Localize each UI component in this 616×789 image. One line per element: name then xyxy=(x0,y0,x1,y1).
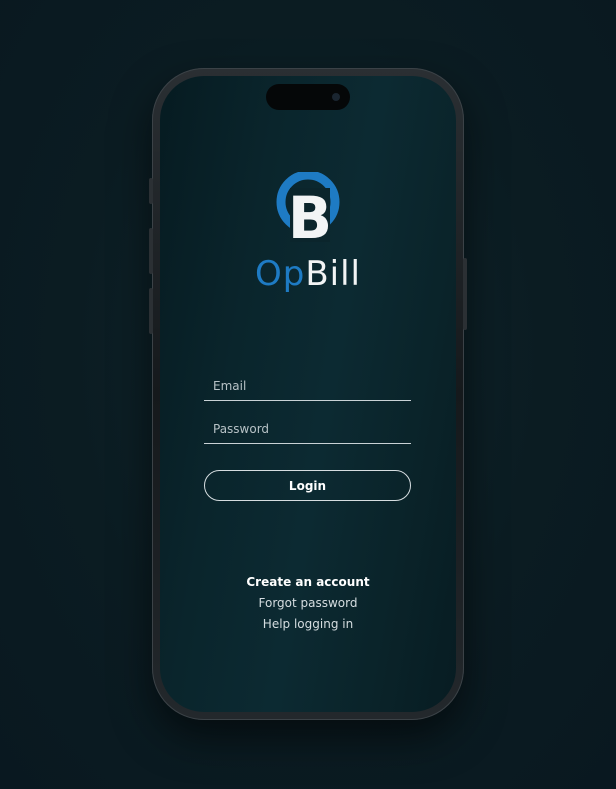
brand-prefix: Op xyxy=(254,254,306,294)
login-screen: B OpBill Login Create an account Forgot … xyxy=(160,76,456,712)
email-input[interactable] xyxy=(204,372,411,400)
volume-down-button xyxy=(149,288,153,334)
power-button xyxy=(463,258,467,330)
help-logging-in-link[interactable]: Help logging in xyxy=(160,614,456,635)
mute-switch xyxy=(149,178,153,204)
login-button[interactable]: Login xyxy=(204,470,411,501)
brand-wordmark: OpBill xyxy=(160,254,456,294)
volume-up-button xyxy=(149,228,153,274)
create-account-link[interactable]: Create an account xyxy=(160,572,456,593)
camera-icon xyxy=(332,93,340,101)
email-field xyxy=(204,372,411,401)
phone-frame: B OpBill Login Create an account Forgot … xyxy=(149,68,467,720)
opbill-logo-icon: B xyxy=(276,172,340,244)
account-links: Create an account Forgot password Help l… xyxy=(160,572,456,635)
password-field xyxy=(204,415,411,444)
password-input[interactable] xyxy=(204,415,411,443)
dynamic-island xyxy=(266,84,350,110)
forgot-password-link[interactable]: Forgot password xyxy=(160,593,456,614)
brand-suffix: Bill xyxy=(305,254,361,294)
logo-letter: B xyxy=(288,184,332,244)
